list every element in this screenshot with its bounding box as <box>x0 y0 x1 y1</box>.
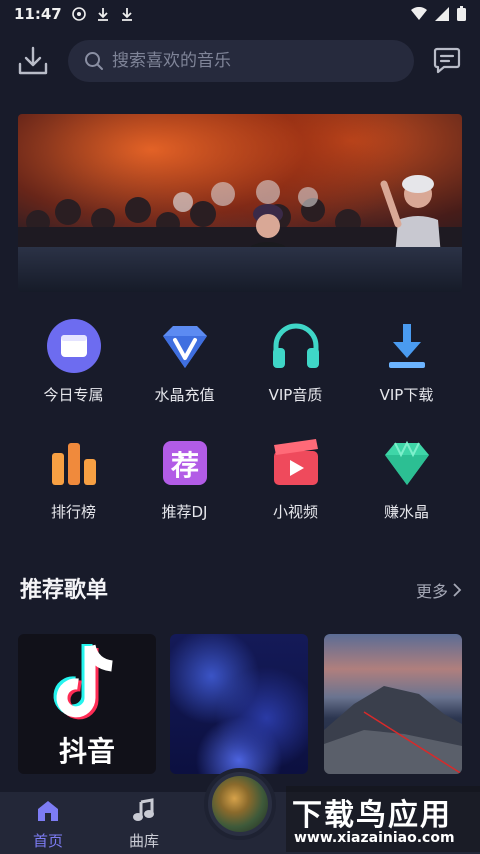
recommend-dj-icon: 荐 <box>157 435 213 491</box>
home-icon <box>38 801 58 821</box>
header <box>0 38 480 84</box>
download-status-icon <box>97 8 108 21</box>
wifi-icon <box>411 6 427 20</box>
more-label: 更多 <box>415 582 448 601</box>
banner-carousel[interactable] <box>18 114 462 292</box>
tab-library[interactable]: 曲库 <box>104 798 184 851</box>
tab-home[interactable]: 首页 <box>8 798 88 851</box>
download-icon <box>379 318 435 374</box>
music-note-icon <box>133 798 154 821</box>
feature-label: VIP下载 <box>379 386 434 404</box>
feature-label: 排行榜 <box>50 503 96 521</box>
feature-label: 今日专属 <box>43 386 104 404</box>
feature-vip-download[interactable]: VIP下载 <box>351 318 462 405</box>
feature-recommend-dj[interactable]: 荐 推荐DJ <box>129 435 240 522</box>
dj-deck <box>18 247 462 292</box>
feature-vip-quality[interactable]: VIP音质 <box>240 318 351 405</box>
feature-ranking[interactable]: 排行榜 <box>18 435 129 522</box>
svg-text:荐: 荐 <box>170 449 198 482</box>
playlist-card-blue-lights[interactable] <box>170 634 308 774</box>
status-bar: 11:47 <box>0 0 480 28</box>
tab-label: 曲库 <box>128 832 159 850</box>
feature-earn-crystal[interactable]: 赚水晶 <box>351 435 462 522</box>
feature-label: 小视频 <box>272 503 318 521</box>
status-time: 11:47 <box>14 5 62 23</box>
feature-row-2: 排行榜 荐 推荐DJ 小视频 赚水晶 <box>18 435 462 522</box>
feature-short-video[interactable]: 小视频 <box>240 435 351 522</box>
feature-grid: 今日专属 水晶充值 VIP音质 VIP下载 排行榜 荐 推荐DJ 小视频 赚水晶 <box>18 318 462 552</box>
feature-label: 水晶充值 <box>154 386 215 404</box>
download-manager-icon[interactable] <box>16 44 50 78</box>
playlist-list: 抖音 <box>18 634 462 774</box>
douyin-logo-icon <box>53 644 113 720</box>
message-icon[interactable] <box>432 45 462 75</box>
feature-row-1: 今日专属 水晶充值 VIP音质 VIP下载 <box>18 318 462 405</box>
tab-label: 首页 <box>32 832 63 850</box>
watermark-title: 下载鸟应用 <box>292 798 452 833</box>
daily-exclusive-icon <box>46 318 102 374</box>
feature-label: 赚水晶 <box>383 503 429 521</box>
signal-icon <box>435 6 449 21</box>
rocks-illustration <box>324 686 462 774</box>
download-status-icon-2 <box>121 8 132 21</box>
earn-crystal-icon <box>379 435 435 491</box>
feature-label: VIP音质 <box>268 386 323 404</box>
chart-bars-icon <box>46 435 102 491</box>
search-icon <box>85 52 103 70</box>
crystal-recharge-icon <box>157 318 213 374</box>
media-icon <box>71 7 86 21</box>
search-bar[interactable] <box>68 40 414 82</box>
watermark: 下载鸟应用 www.xiazainiao.com <box>286 786 480 852</box>
short-video-icon <box>268 435 324 491</box>
search-input[interactable] <box>112 51 392 71</box>
feature-daily-exclusive[interactable]: 今日专属 <box>18 318 129 405</box>
feature-label: 推荐DJ <box>161 503 208 521</box>
playlist-card-coast-rocks[interactable] <box>324 634 462 774</box>
playlist-title: 抖音 <box>58 735 115 768</box>
now-playing-disc[interactable] <box>204 768 276 840</box>
album-art <box>212 776 268 832</box>
playlist-card-douyin[interactable]: 抖音 <box>18 634 156 774</box>
watermark-url: www.xiazainiao.com <box>294 830 455 846</box>
more-link[interactable]: 更多 <box>416 578 462 602</box>
battery-icon <box>457 6 466 21</box>
feature-crystal-recharge[interactable]: 水晶充值 <box>129 318 240 405</box>
chevron-right-icon <box>453 583 462 597</box>
section-title: 推荐歌单 <box>20 578 109 603</box>
headphones-icon <box>268 318 324 374</box>
